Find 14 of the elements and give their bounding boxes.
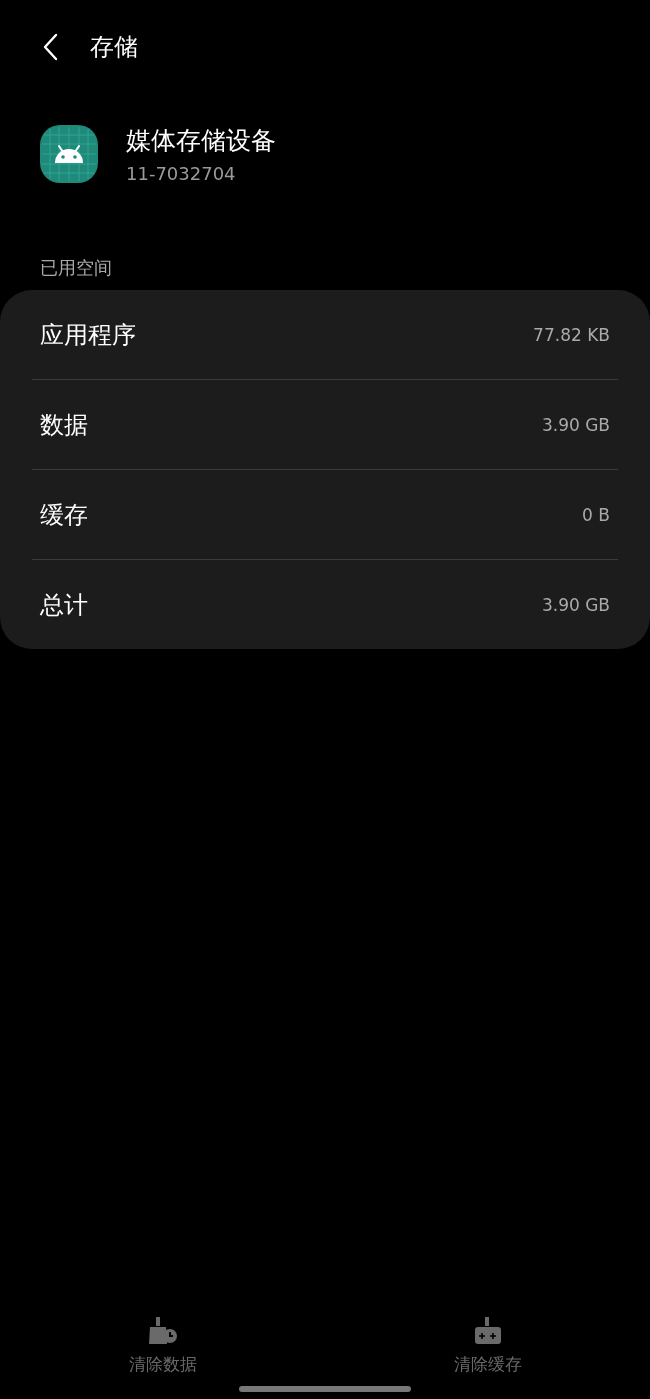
row-value: 77.82 KB [533,324,610,345]
app-name: 媒体存储设备 [126,125,276,157]
row-label: 应用程序 [40,319,136,351]
row-value: 0 B [582,504,610,525]
row-label: 总计 [40,589,88,621]
row-label: 数据 [40,409,88,441]
section-title: 已用空间 [39,256,113,280]
back-icon[interactable] [42,33,58,61]
android-app-icon [40,125,98,183]
page-title: 存储 [90,32,138,63]
row-value: 3.90 GB [541,594,610,615]
row-value: 3.90 GB [541,414,610,435]
row-label: 缓存 [40,499,88,531]
app-version: 11-7032704 [126,163,237,184]
